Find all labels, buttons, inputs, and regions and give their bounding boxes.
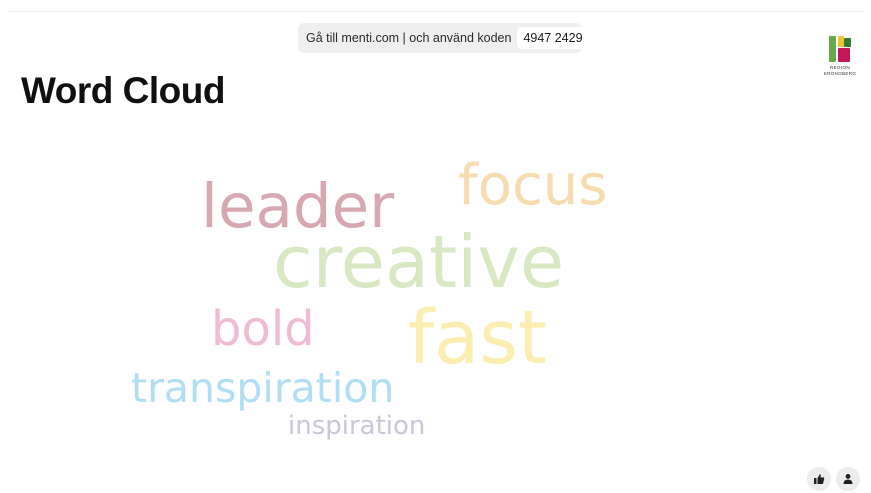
thumbs-up-icon [814, 474, 825, 484]
user-icon [843, 474, 853, 484]
join-instructions-bar: Gå till menti.com | och använd koden 494… [298, 23, 589, 53]
slide-title: Word Cloud [21, 70, 225, 111]
top-divider [8, 11, 865, 12]
logo-text-line2: KRONOBERG [823, 71, 857, 76]
logo-mark-icon [829, 36, 851, 62]
logo-text-line1: REGION [830, 65, 850, 70]
word-cloud-word: creative [273, 220, 565, 304]
word-cloud-word: bold [211, 301, 315, 357]
voting-code: 4947 2429 [517, 27, 589, 49]
word-cloud-word: inspiration [288, 411, 426, 441]
word-cloud-word: focus [458, 153, 608, 218]
join-instruction-text: Gå till menti.com | och använd koden [306, 31, 512, 45]
participants-button[interactable] [836, 467, 860, 491]
region-kronoberg-logo: REGION KRONOBERG [819, 34, 861, 78]
reaction-button[interactable] [807, 467, 831, 491]
word-cloud-word: fast [408, 295, 547, 381]
word-cloud-word: transpiration [131, 364, 395, 412]
